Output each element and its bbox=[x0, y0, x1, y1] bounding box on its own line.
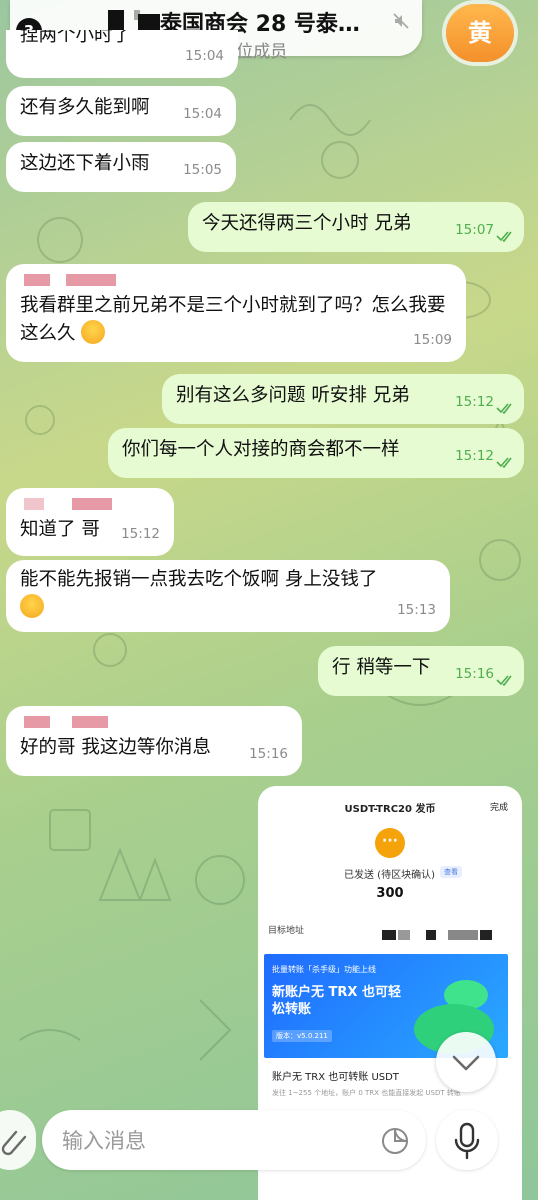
pending-coin-icon: ··· bbox=[375, 828, 405, 858]
message-time: 15:04 bbox=[185, 48, 224, 64]
message-input-box[interactable] bbox=[42, 1110, 426, 1170]
microphone-icon bbox=[454, 1122, 480, 1160]
banner-caption-sub: 发往 1~255 个地址，账户 0 TRX 也能直接发起 USDT 转账 bbox=[272, 1089, 461, 1097]
message-bubble-out[interactable]: 你们每一个人对接的商会都不一样 15:12 bbox=[108, 428, 524, 478]
message-bubble-in[interactable]: 捏两个小时了 15:04 bbox=[6, 30, 238, 78]
message-bubble-out[interactable]: 别有这么多问题 听安排 兄弟 15:12 bbox=[162, 374, 524, 424]
message-bubble-in[interactable]: 能不能先报销一点我去吃个饭啊 身上没钱了 15:13 bbox=[6, 560, 450, 632]
scroll-down-button[interactable] bbox=[436, 1032, 496, 1092]
message-time: 15:13 bbox=[397, 602, 436, 618]
banner-tag: 批量转账「杀手级」功能上线 bbox=[272, 965, 376, 974]
read-check-icon bbox=[496, 403, 512, 414]
view-link: 查看 bbox=[440, 866, 462, 878]
message-bubble-out[interactable]: 今天还得两三个小时 兄弟 15:07 bbox=[188, 202, 524, 252]
message-time: 15:16 bbox=[455, 666, 494, 682]
message-input[interactable] bbox=[60, 1124, 364, 1158]
message-bubble-in[interactable]: 还有多久能到啊 15:04 bbox=[6, 86, 236, 136]
message-bubble-in[interactable]: 知道了 哥 15:12 bbox=[6, 488, 174, 556]
message-bubble-in[interactable]: 我看群里之前兄弟不是三个小时就到了吗？怎么我要这么久 15:09 bbox=[6, 264, 466, 362]
message-text: 能不能先报销一点我去吃个饭啊 身上没钱了 bbox=[20, 569, 378, 590]
message-bubble-in[interactable]: 好的哥 我这边等你消息 15:16 bbox=[6, 706, 302, 776]
redacted-sender-name bbox=[20, 498, 160, 512]
message-time: 15:12 bbox=[455, 448, 494, 464]
banner-headline: 新账户无 TRX 也可轻松转账 bbox=[272, 985, 401, 1017]
wallet-screen-title: USDT-TRC20 发币 bbox=[344, 804, 436, 815]
tears-of-joy-emoji bbox=[20, 594, 44, 618]
read-check-icon bbox=[496, 675, 512, 686]
read-check-icon bbox=[496, 457, 512, 468]
message-time: 15:12 bbox=[455, 394, 494, 410]
message-time: 15:09 bbox=[413, 332, 452, 348]
target-address-label: 目标地址 bbox=[268, 926, 305, 936]
message-time: 15:04 bbox=[183, 106, 222, 122]
message-time: 15:05 bbox=[183, 162, 222, 178]
group-avatar[interactable]: 黄 bbox=[446, 4, 514, 62]
chevron-down-icon bbox=[452, 1055, 480, 1071]
mute-icon bbox=[393, 13, 409, 29]
message-text: 你们每一个人对接的商会都不一样 bbox=[122, 439, 400, 460]
message-time: 15:16 bbox=[249, 746, 288, 762]
attach-button[interactable] bbox=[0, 1110, 36, 1170]
message-bubble-out[interactable]: 行 稍等一下 15:16 bbox=[318, 646, 524, 696]
message-text: 我看群里之前兄弟不是三个小时就到了吗？怎么我要这么久 bbox=[20, 295, 446, 344]
transfer-status: 已发送 (待区块确认) bbox=[344, 870, 435, 881]
wallet-done-label: 完成 bbox=[489, 803, 508, 813]
paperclip-icon bbox=[1, 1130, 27, 1156]
redacted-title-prefix bbox=[108, 10, 160, 30]
sticker-icon[interactable] bbox=[380, 1126, 410, 1156]
sweat-smile-emoji bbox=[81, 320, 106, 344]
message-text: 好的哥 我这边等你消息 bbox=[20, 737, 211, 758]
message-bubble-in[interactable]: 这边还下着小雨 15:05 bbox=[6, 142, 236, 192]
voice-record-button[interactable] bbox=[436, 1110, 498, 1170]
banner-version: 版本：v5.0.211 bbox=[272, 1030, 332, 1042]
redacted-sender-name bbox=[20, 716, 288, 730]
banner-caption: 账户无 TRX 也可转账 USDT bbox=[272, 1072, 399, 1083]
message-time: 15:12 bbox=[121, 526, 160, 542]
transfer-amount: 300 bbox=[376, 886, 404, 901]
read-check-icon bbox=[496, 231, 512, 242]
message-time: 15:07 bbox=[455, 222, 494, 238]
redacted-sender-name bbox=[20, 274, 452, 288]
